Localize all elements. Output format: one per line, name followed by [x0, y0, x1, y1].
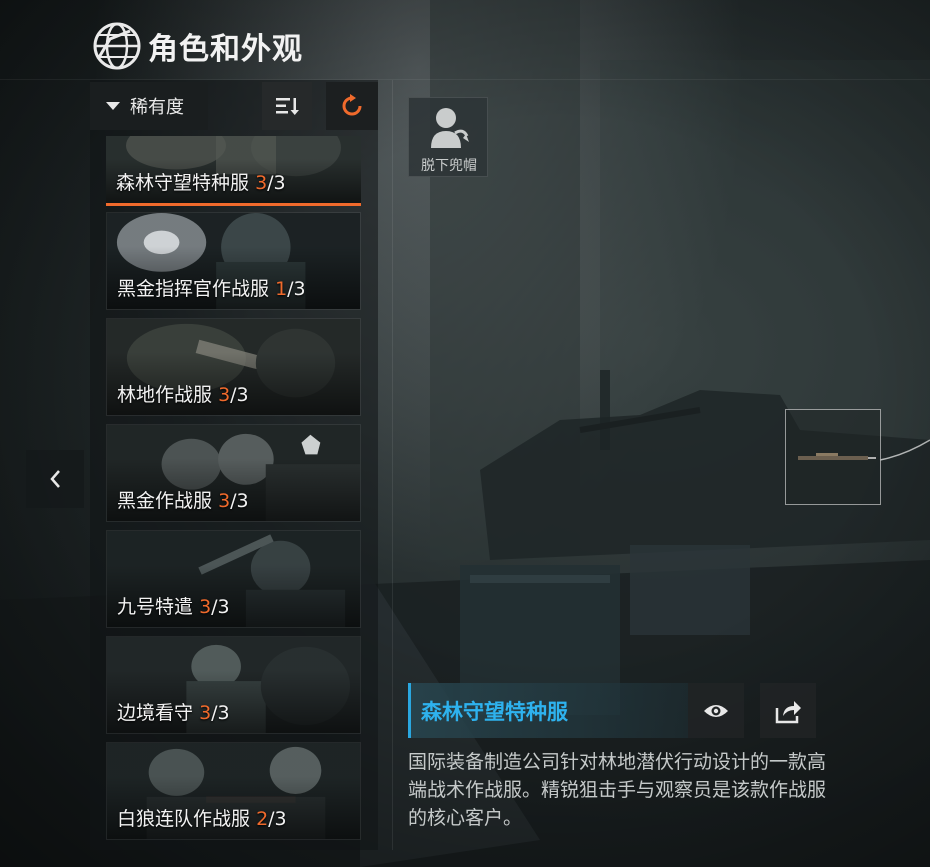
sort-order-button[interactable]	[262, 82, 312, 130]
panel-divider	[392, 80, 393, 850]
skin-card-label: 黑金作战服 3/3	[117, 490, 249, 512]
globe-icon	[93, 22, 141, 70]
skin-card-white-wolf[interactable]: 白狼连队作战服 2/3	[106, 742, 361, 840]
skin-card-label: 边境看守 3/3	[117, 702, 230, 724]
skin-card-black-gold-commander[interactable]: 黑金指挥官作战服 1/3	[106, 212, 361, 310]
sort-dropdown-label: 稀有度	[130, 97, 184, 118]
weapon-preview-slot[interactable]	[785, 409, 881, 505]
sort-dropdown[interactable]: 稀有度	[90, 82, 208, 130]
preview-button[interactable]	[688, 683, 744, 738]
skin-card-label: 白狼连队作战服 2/3	[117, 808, 287, 830]
sort-order-icon	[276, 98, 299, 115]
skin-card-forest-watch[interactable]: 森林守望特种服 3/3	[106, 136, 361, 206]
skin-card-black-gold[interactable]: 黑金作战服 3/3	[106, 424, 361, 522]
reset-button[interactable]	[326, 82, 378, 130]
eye-icon	[704, 704, 728, 717]
share-icon	[775, 700, 801, 723]
selected-skin-title-bar: 森林守望特种服	[408, 683, 688, 738]
skin-card-label: 黑金指挥官作战服 1/3	[117, 278, 306, 300]
chevron-left-icon	[50, 470, 60, 488]
share-button[interactable]	[760, 683, 816, 738]
page-title: 角色和外观	[148, 32, 303, 67]
selected-skin-title: 森林守望特种服	[421, 699, 568, 724]
caret-down-icon	[106, 102, 120, 110]
skin-card-task-force-nine[interactable]: 九号特遣 3/3	[106, 530, 361, 628]
skin-card-label: 九号特遣 3/3	[117, 596, 230, 618]
skin-card-woodland[interactable]: 林地作战服 3/3	[106, 318, 361, 416]
rifle-icon	[798, 453, 876, 460]
remove-hood-button[interactable]: 脱下兜帽	[408, 97, 488, 177]
skin-card-border-guard[interactable]: 边境看守 3/3	[106, 636, 361, 734]
sort-bar: 稀有度	[90, 82, 378, 130]
previous-button[interactable]	[26, 450, 84, 508]
page-header: 角色和外观	[90, 18, 303, 74]
remove-hood-label: 脱下兜帽	[421, 158, 477, 174]
skin-card-label: 森林守望特种服 3/3	[116, 172, 286, 194]
refresh-icon	[342, 94, 362, 116]
selected-skin-description: 国际装备制造公司针对林地潜伏行动设计的一款高端战术作战服。精锐狙击手与观察员是该…	[408, 751, 827, 829]
skin-list: 森林守望特种服 3/3 黑金指挥官作战服 1/3 林地作战服 3/3 黑金作战服…	[106, 136, 362, 840]
skin-card-label: 林地作战服 3/3	[117, 384, 249, 406]
hood-icon	[431, 108, 469, 148]
